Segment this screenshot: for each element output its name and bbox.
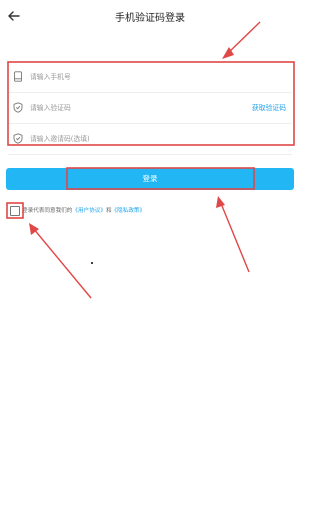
- phone-row: [8, 62, 292, 93]
- invite-code-input[interactable]: [30, 131, 230, 147]
- arrow-line: [32, 227, 92, 299]
- agreement-prefix: 登录代表同意我们的: [22, 208, 73, 214]
- stray-dot: [91, 262, 93, 264]
- invite-row: [8, 124, 292, 155]
- agreement-row: 登录代表同意我们的《用户协议》和《隐私政策》: [10, 205, 290, 219]
- page-title: 手机验证码登录: [115, 13, 185, 24]
- phone-icon: [14, 71, 22, 82]
- agreement-text: 登录代表同意我们的《用户协议》和《隐私政策》: [22, 206, 145, 214]
- privacy-policy-link[interactable]: 《隐私政策》: [112, 208, 146, 214]
- code-row: 获取验证码: [8, 93, 292, 124]
- arrow-head-icon: [222, 47, 234, 59]
- user-agreement-link[interactable]: 《用户协议》: [72, 208, 106, 214]
- login-button[interactable]: 登录: [6, 168, 294, 190]
- get-code-button[interactable]: 获取验证码: [252, 102, 286, 112]
- phone-input[interactable]: [30, 69, 230, 85]
- shield-check-icon: [13, 102, 23, 113]
- arrow-head-icon: [29, 223, 39, 235]
- agreement-checkbox[interactable]: [10, 206, 20, 216]
- verification-code-input[interactable]: [30, 100, 230, 116]
- top-bar: 手机验证码登录: [0, 0, 300, 34]
- login-form: 获取验证码: [8, 62, 292, 155]
- shield-check-icon: [13, 133, 23, 144]
